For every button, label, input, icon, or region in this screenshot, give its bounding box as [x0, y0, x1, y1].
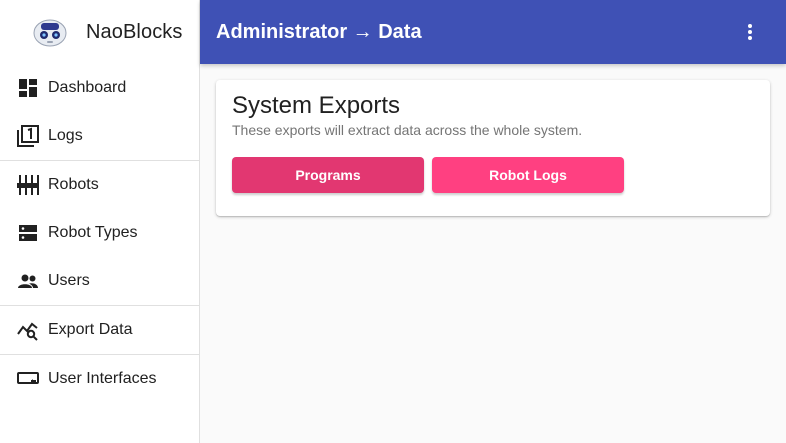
programs-export-button[interactable]: Programs [232, 157, 424, 193]
user-interfaces-icon [17, 368, 39, 390]
system-exports-card: System Exports These exports will extrac… [216, 80, 770, 216]
robots-icon [17, 174, 39, 196]
export-data-icon [17, 319, 39, 341]
sidebar-item-users[interactable]: Users [0, 257, 199, 305]
sidebar-item-logs[interactable]: Logs [0, 112, 199, 160]
logs-icon [17, 125, 39, 147]
brand[interactable]: NaoBlocks [0, 0, 199, 64]
sidebar-item-export-data[interactable]: Export Data [0, 306, 199, 354]
users-icon [17, 270, 39, 292]
sidebar-item-robot-types[interactable]: Robot Types [0, 209, 199, 257]
export-buttons: Programs Robot Logs [232, 157, 754, 193]
sidebar-item-label: User Interfaces [48, 370, 157, 387]
sidebar-item-label: Robot Types [48, 224, 138, 241]
top-app-bar: Administrator → Data [200, 0, 786, 64]
robot-types-icon [17, 222, 39, 244]
sidebar-item-label: Users [48, 272, 90, 289]
app-name: NaoBlocks [86, 20, 183, 43]
card-subtitle: These exports will extract data across t… [232, 122, 583, 138]
sidebar-item-dashboard[interactable]: Dashboard [0, 64, 199, 112]
page-title: Administrator → Data [216, 20, 422, 43]
sidebar-item-label: Robots [48, 176, 99, 193]
sidebar-item-label: Dashboard [48, 79, 127, 96]
more-vert-icon[interactable] [740, 22, 760, 42]
robot-logs-export-button[interactable]: Robot Logs [432, 157, 624, 193]
dashboard-icon [17, 77, 39, 99]
sidebar: NaoBlocks Dashboard Logs Robots Robot Ty… [0, 0, 200, 443]
sidebar-item-label: Logs [48, 127, 83, 144]
sidebar-item-label: Export Data [48, 321, 133, 338]
card-title: System Exports [232, 92, 401, 119]
sidebar-item-robots[interactable]: Robots [0, 161, 199, 209]
naoblocks-robot-logo-icon [33, 19, 67, 47]
sidebar-item-user-interfaces[interactable]: User Interfaces [0, 355, 199, 403]
